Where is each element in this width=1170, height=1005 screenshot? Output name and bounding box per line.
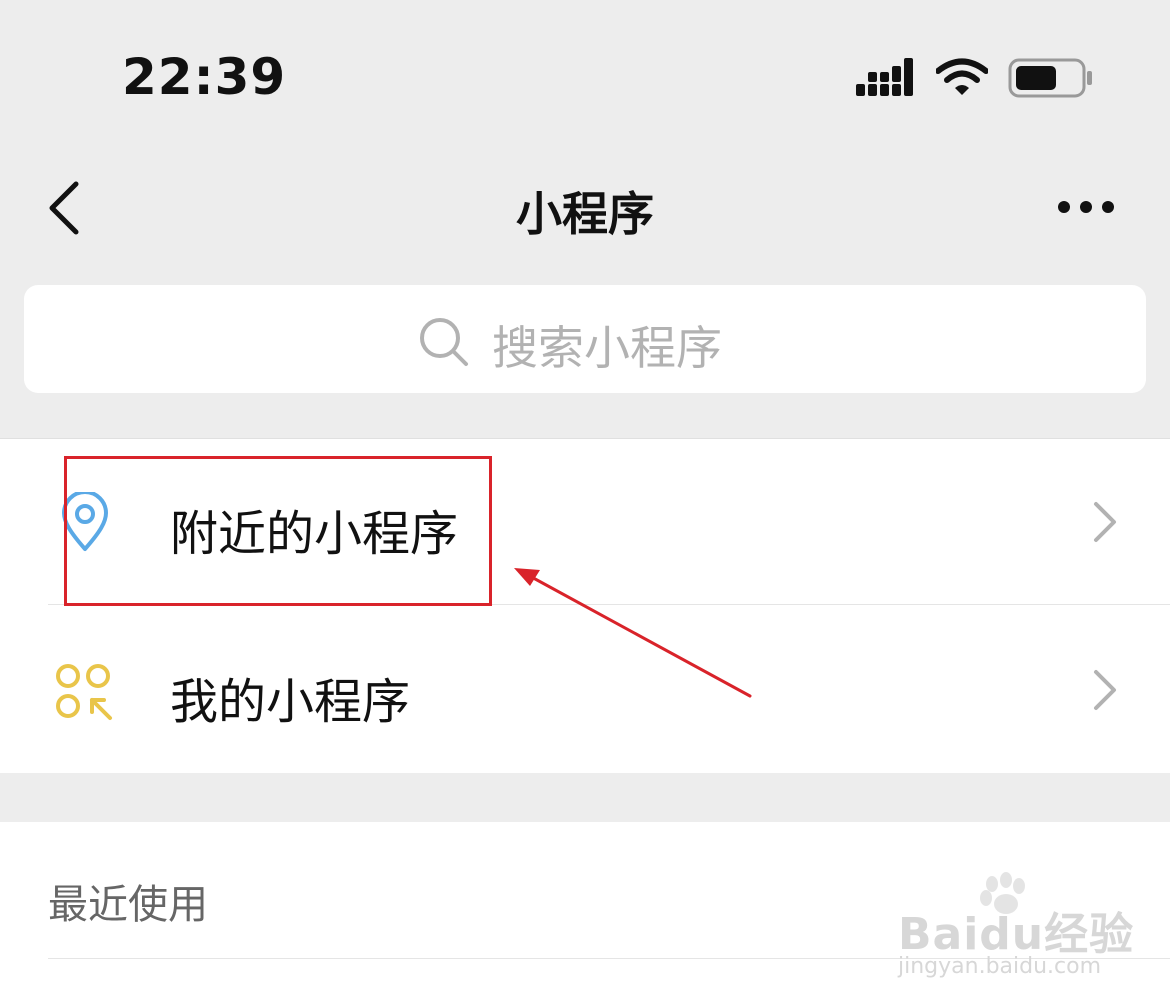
search-placeholder: 搜索小程序 bbox=[492, 321, 722, 375]
my-apps-icon bbox=[56, 664, 112, 720]
status-time: 22:39 bbox=[122, 48, 287, 106]
ellipsis-icon[interactable] bbox=[1056, 190, 1116, 224]
watermark-brand: Baidu经验 bbox=[898, 909, 1135, 960]
wifi-icon bbox=[936, 58, 988, 95]
battery-icon bbox=[1008, 58, 1092, 98]
chevron-right-icon bbox=[1094, 670, 1116, 710]
cellular-signal-icon bbox=[856, 58, 913, 96]
chevron-right-icon bbox=[1094, 502, 1116, 542]
search-icon bbox=[420, 318, 468, 366]
annotation-highlight-box bbox=[64, 456, 492, 606]
watermark-url: jingyan.baidu.com bbox=[898, 954, 1102, 979]
section-title-recent: 最近使用 bbox=[48, 882, 208, 928]
annotation-arrow-icon bbox=[514, 568, 752, 698]
page-title: 小程序 bbox=[516, 187, 654, 241]
menu-item-label: 我的小程序 bbox=[170, 674, 411, 730]
